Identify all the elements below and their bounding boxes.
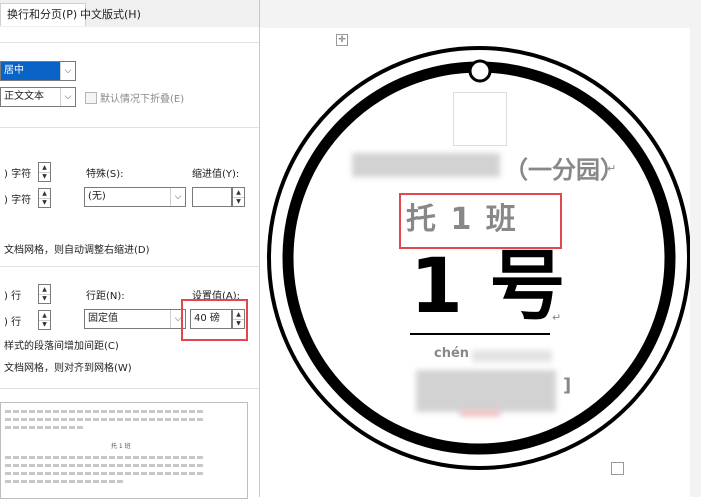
preview-line: [5, 410, 205, 413]
divider: [0, 42, 259, 43]
spacing-before-spinner[interactable]: ▲ ▼: [38, 284, 51, 304]
line-spacing-select[interactable]: 固定值 ⌵: [84, 309, 186, 329]
highlight-box-spacing-at: [181, 299, 248, 341]
spacing-after-spinner[interactable]: ▲ ▼: [38, 310, 51, 330]
document-subtitle: （一分园）: [504, 156, 624, 184]
dialog-tabs: 换行和分页(P) 中文版式(H): [0, 0, 259, 28]
pinyin-text: chén: [434, 346, 470, 361]
dialog-panel: 居中 ⌵ 正文文本 ⌵ 默认情况下折叠(E) ) 字符 ▲ ▼ ) 字符 ▲ ▼…: [0, 27, 259, 499]
snap-to-grid-text[interactable]: 文档网格，则对齐到网格(W): [4, 359, 132, 374]
spacing-after-value[interactable]: ) 行: [4, 313, 21, 328]
preview-line: [5, 464, 205, 467]
collapse-label: 默认情况下折叠(E): [100, 94, 185, 105]
spin-down-icon[interactable]: ▼: [39, 172, 50, 181]
chevron-down-icon: ⌵: [60, 62, 75, 80]
line-spacing-label: 行距(N):: [86, 291, 125, 302]
document-area: ✛ （一分园） ↵ 托 1 班 1 号 ↵ chén ]: [260, 0, 701, 497]
auto-adjust-indent-text[interactable]: 文档网格，则自动调整右缩进(D): [4, 241, 150, 256]
alignment-select[interactable]: 居中 ⌵: [0, 61, 76, 81]
paragraph-mark: ↵: [552, 311, 562, 324]
bracket-text: ]: [563, 375, 572, 396]
divider: [0, 266, 259, 267]
text-box-handle[interactable]: [611, 462, 624, 475]
outline-value: 正文文本: [4, 91, 44, 102]
spin-down-icon[interactable]: ▼: [39, 198, 50, 207]
left-indent-spinner[interactable]: ▲ ▼: [38, 162, 51, 182]
indent-by-label: 缩进值(Y):: [192, 169, 240, 180]
preview-line: [5, 480, 125, 483]
preview-box: 托 1 班: [0, 402, 248, 499]
left-indent-value[interactable]: ) 字符: [4, 165, 31, 180]
hanging-hole: [468, 59, 492, 83]
chevron-down-icon: ⌵: [170, 188, 185, 206]
number-underline: [410, 333, 550, 335]
image-placeholder: [453, 92, 507, 146]
no-space-between-text[interactable]: 样式的段落间增加间距(C): [4, 337, 119, 352]
spin-down-icon[interactable]: ▼: [39, 320, 50, 329]
divider: [0, 127, 259, 128]
right-indent-spinner[interactable]: ▲ ▼: [38, 188, 51, 208]
redacted-pinyin: [472, 350, 552, 362]
document-page: ✛ （一分园） ↵ 托 1 班 1 号 ↵ chén ]: [260, 28, 690, 497]
chevron-down-icon: ⌵: [60, 88, 75, 106]
paragraph-mark: ↵: [607, 162, 617, 175]
preview-line: [5, 456, 205, 459]
right-indent-value[interactable]: ) 字符: [4, 191, 31, 206]
redacted-mark: [460, 411, 500, 416]
spin-down-icon[interactable]: ▼: [39, 294, 50, 303]
preview-line: [5, 426, 85, 429]
paragraph-dialog: 换行和分页(P) 中文版式(H) 居中 ⌵ 正文文本 ⌵ 默认情况下折叠(E) …: [0, 0, 260, 499]
collapse-checkbox[interactable]: [85, 92, 97, 104]
special-indent-label: 特殊(S):: [86, 169, 124, 180]
special-indent-value: (无): [88, 191, 106, 202]
line-spacing-value: 固定值: [88, 313, 118, 324]
preview-sample-text: 托 1 班: [111, 443, 131, 450]
redacted-name: [416, 370, 556, 412]
spin-down-icon[interactable]: ▼: [233, 197, 244, 206]
spacing-before-value[interactable]: ) 行: [4, 287, 21, 302]
number-text: 1 号: [410, 241, 566, 330]
preview-line: [5, 472, 205, 475]
indent-by-input[interactable]: [192, 187, 232, 207]
indent-by-spinner[interactable]: ▲ ▼: [232, 187, 245, 207]
divider: [0, 388, 259, 389]
redacted-school-name: [352, 153, 500, 177]
outline-level-select[interactable]: 正文文本 ⌵: [0, 87, 76, 107]
preview-line: [5, 418, 205, 421]
tab-asian-typography[interactable]: 中文版式(H): [74, 4, 147, 26]
alignment-value: 居中: [4, 65, 24, 76]
special-indent-select[interactable]: (无) ⌵: [84, 187, 186, 207]
